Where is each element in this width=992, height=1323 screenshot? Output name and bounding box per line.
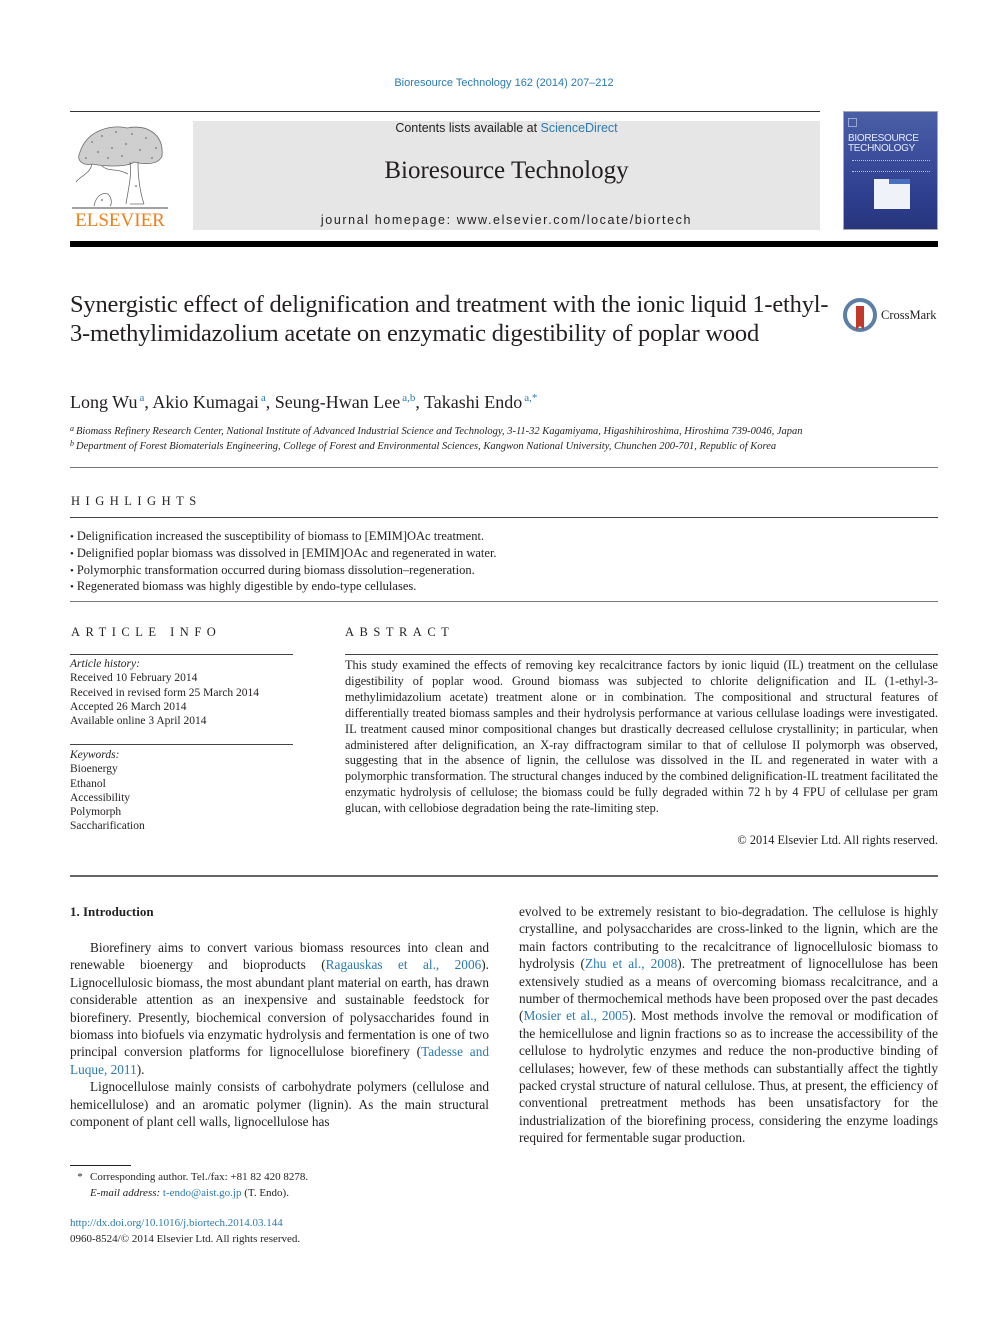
highlight-item: Polymorphic transformation occurred duri… xyxy=(70,563,930,580)
footnote-rule xyxy=(70,1165,131,1166)
highlight-item: Delignified poplar biomass was dissolved… xyxy=(70,546,930,563)
elsevier-wordmark: ELSEVIER xyxy=(75,210,165,231)
journal-citation-link[interactable]: Bioresource Technology 162 (2014) 207–21… xyxy=(0,77,992,89)
citation-link[interactable]: Ragauskas et al., 2006 xyxy=(326,957,482,972)
homepage-url[interactable]: www.elsevier.com/locate/biortech xyxy=(457,213,692,227)
email-label: E-mail address: xyxy=(90,1186,163,1199)
crossmark-label: CrossMark xyxy=(881,308,937,322)
doi-link[interactable]: http://dx.doi.org/10.1016/j.biortech.201… xyxy=(70,1217,283,1229)
footnotes: * Corresponding author. Tel./fax: +81 82 … xyxy=(70,1170,308,1201)
highlights-top-rule xyxy=(70,517,938,518)
history-items: Received 10 February 2014 Received in rev… xyxy=(70,671,259,728)
keyword-item: Bioenergy xyxy=(70,763,118,776)
keywords-label: Keywords: xyxy=(70,749,120,761)
body-text: Lignocellulose mainly consists of carboh… xyxy=(70,1079,489,1130)
article-info-heading: ARTICLE INFO xyxy=(71,625,222,639)
highlight-item: Delignification increased the susceptibi… xyxy=(70,529,930,546)
keyword-item: Ethanol xyxy=(70,777,106,790)
author-affiliation-marker[interactable]: a,b xyxy=(402,392,415,404)
body-text: ). Most methods involve the removal or m… xyxy=(519,1008,939,1146)
cover-title-line-2: TECHNOLOGY xyxy=(848,143,916,154)
keyword-item: Saccharification xyxy=(70,820,145,833)
issn-copyright: 0960-8524/© 2014 Elsevier Ltd. All right… xyxy=(70,1232,301,1245)
history-item: Available online 3 April 2014 xyxy=(70,715,207,728)
history-item: Accepted 26 March 2014 xyxy=(70,700,187,713)
history-item: Received in revised form 25 March 2014 xyxy=(70,686,260,699)
history-label: Article history: xyxy=(70,658,140,670)
sciencedirect-link[interactable]: ScienceDirect xyxy=(541,121,618,135)
email-note: E-mail address: t-endo@aist.go.jp (T. En… xyxy=(70,1186,308,1202)
journal-cover-thumbnail[interactable]: BIORESOURCE TECHNOLOGY xyxy=(843,111,938,230)
abstract-rule xyxy=(345,654,938,655)
corresponding-author-text: Corresponding author. Tel./fax: +81 82 4… xyxy=(90,1171,309,1183)
cover-subtitle-lines xyxy=(852,160,930,172)
body-column-left: Biorefinery aims to convert various biom… xyxy=(70,939,489,1130)
contents-line: Contents lists available at ScienceDirec… xyxy=(193,121,820,135)
crossmark-ribbon-icon xyxy=(856,306,864,330)
elsevier-logo[interactable]: ELSEVIER xyxy=(70,120,170,232)
article-info-rule xyxy=(70,654,293,655)
doi-block: http://dx.doi.org/10.1016/j.biortech.201… xyxy=(70,1216,300,1247)
article-title: Synergistic effect of delignification an… xyxy=(70,291,829,347)
author-list: Long Wu a, Akio Kumagai a, Seung-Hwan Lee a… xyxy=(70,392,537,413)
keywords-rule xyxy=(70,744,293,745)
affiliation-text: Biomass Refinery Research Center, Nation… xyxy=(76,426,803,437)
highlights-list: Delignification increased the susceptibi… xyxy=(70,529,930,596)
front-matter-divider xyxy=(70,875,938,877)
affiliation-b: b Department of Forest Biomaterials Engin… xyxy=(70,439,803,454)
affiliation-a: a Biomass Refinery Research Center, Natio… xyxy=(70,424,803,439)
article-history: Article history: Received 10 February 20… xyxy=(70,657,259,728)
keyword-item: Polymorph xyxy=(70,806,122,819)
author-name[interactable]: Seung-Hwan Lee xyxy=(275,392,400,412)
contents-prefix: Contents lists available at xyxy=(395,121,541,135)
author-name[interactable]: Takashi Endo xyxy=(424,392,522,412)
journal-title: Bioresource Technology xyxy=(384,157,629,184)
cover-title: BIORESOURCE TECHNOLOGY xyxy=(848,134,936,154)
elsevier-tree-icon xyxy=(72,126,168,209)
keyword-items: Bioenergy Ethanol Accessibility Polymorph Sa… xyxy=(70,762,145,833)
citation-link[interactable]: Zhu et al., 2008 xyxy=(585,956,677,971)
keywords-block: Keywords: Bioenergy Ethanol Accessibility P… xyxy=(70,748,145,834)
crossmark-button[interactable]: CrossMark xyxy=(843,298,943,334)
email-suffix: (T. Endo). xyxy=(241,1186,289,1199)
body-column-right: evolved to be extremely resistant to bio… xyxy=(519,903,938,1147)
header-thick-rule xyxy=(70,241,938,247)
crossmark-icon xyxy=(843,298,877,332)
affiliation-marker: b xyxy=(70,439,74,448)
cover-graphic-icon xyxy=(874,179,910,209)
journal-banner: Contents lists available at ScienceDirec… xyxy=(193,121,820,230)
author-separator: , xyxy=(265,392,275,412)
abstract-heading: ABSTRACT xyxy=(345,625,455,639)
highlights-heading: HIGHLIGHTS xyxy=(71,494,202,508)
author-name[interactable]: Long Wu xyxy=(70,392,137,412)
author-name[interactable]: Akio Kumagai xyxy=(152,392,258,412)
keyword-item: Accessibility xyxy=(70,791,131,804)
journal-homepage: journal homepage: www.elsevier.com/locat… xyxy=(193,213,820,227)
author-separator: , xyxy=(415,392,425,412)
header-top-rule xyxy=(70,111,820,112)
section-heading-introduction: 1. Introduction xyxy=(70,904,154,919)
abstract-text: This study examined the effects of remov… xyxy=(345,658,938,816)
intro-paragraph-1: Biorefinery aims to convert various biom… xyxy=(70,939,489,1078)
history-item: Received 10 February 2014 xyxy=(70,672,198,685)
highlights-bottom-rule xyxy=(70,601,938,602)
title-divider xyxy=(70,467,938,468)
author-affiliation-marker[interactable]: a,* xyxy=(524,392,537,404)
footnote-star: * xyxy=(77,1171,83,1183)
cover-publisher-mark-icon xyxy=(848,118,857,127)
intro-paragraph-2: Lignocellulose mainly consists of carboh… xyxy=(70,1078,489,1130)
corresponding-author-note: * Corresponding author. Tel./fax: +81 82 … xyxy=(70,1170,308,1186)
intro-paragraph-2-continued: evolved to be extremely resistant to bio… xyxy=(519,903,938,1147)
affiliation-marker: a xyxy=(70,424,74,433)
homepage-prefix: journal homepage: xyxy=(320,213,457,227)
abstract-copyright: © 2014 Elsevier Ltd. All rights reserved… xyxy=(737,833,938,847)
citation-link[interactable]: Mosier et al., 2005 xyxy=(523,1008,628,1023)
affiliation-text: Department of Forest Biomaterials Engine… xyxy=(76,441,777,452)
email-link[interactable]: t-endo@aist.go.jp xyxy=(163,1187,242,1199)
affiliation-list: a Biomass Refinery Research Center, Natio… xyxy=(70,424,803,454)
body-text: ). xyxy=(136,1061,145,1077)
highlight-item: Regenerated biomass was highly digestibl… xyxy=(70,579,930,596)
